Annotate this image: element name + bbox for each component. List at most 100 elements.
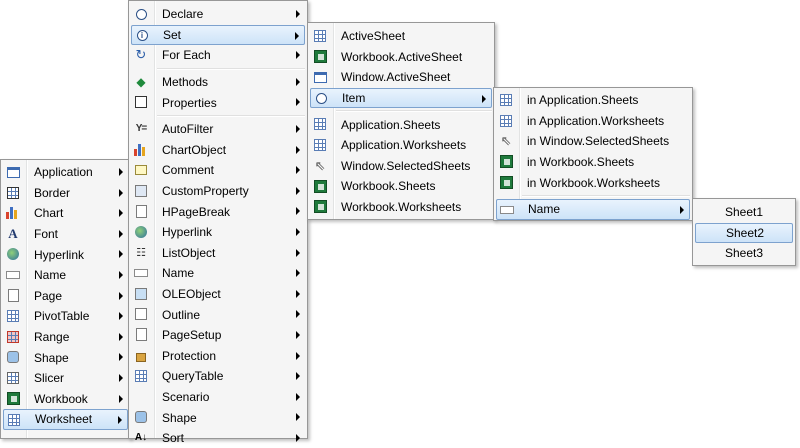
menu-item-sheet2[interactable]: Sheet2 [695, 222, 793, 244]
menu-item-comment[interactable]: Comment [129, 160, 307, 181]
menu-item-hyperlink[interactable]: Hyperlink [1, 244, 130, 265]
submenu-arrow-icon [119, 168, 123, 176]
listobject-icon: ☷ [136, 247, 146, 260]
workbook-icon [312, 178, 328, 194]
protection-icon [133, 348, 149, 364]
menu-item-listobject[interactable]: ☷ ListObject [129, 243, 307, 264]
menu-item-chart[interactable]: Chart [1, 203, 130, 224]
hyperlink-icon [133, 224, 149, 240]
set-icon: i [134, 28, 150, 44]
slicer-icon [5, 370, 21, 386]
properties-icon [133, 94, 149, 110]
menu-item-page[interactable]: Page [1, 286, 130, 307]
cursor-icon: ⇖ [314, 157, 326, 173]
worksheet-members-menu: Declare i Set ↻ For Each ◆ Methods Prope… [128, 0, 308, 445]
menu-item-autofilter[interactable]: Y= AutoFilter [129, 119, 307, 140]
menu-item-border[interactable]: Border [1, 183, 130, 204]
menu-item-properties[interactable]: Properties [129, 92, 307, 113]
scenario-icon [133, 389, 149, 405]
workbook-icon [312, 49, 328, 65]
sheet-icon [312, 28, 328, 44]
menu-item-customproperty[interactable]: CustomProperty [129, 181, 307, 202]
declare-icon [133, 6, 149, 22]
menu-item-workbook-activesheet[interactable]: Workbook.ActiveSheet [308, 47, 494, 68]
set-submenu: ActiveSheet Workbook.ActiveSheet Window.… [307, 22, 495, 220]
cursor-icon: ⇖ [500, 133, 512, 149]
menu-item-workbook[interactable]: Workbook [1, 389, 130, 410]
menu-item-hpagebreak[interactable]: HPageBreak [129, 201, 307, 222]
name-icon [133, 265, 149, 281]
workbook-icon [5, 391, 21, 407]
window-icon [312, 69, 328, 85]
submenu-arrow-icon [296, 433, 300, 442]
menu-item-sheet1[interactable]: Sheet1 [693, 202, 795, 223]
hpagebreak-icon [133, 203, 149, 219]
menu-item-name[interactable]: Name [1, 265, 130, 286]
menu-item-querytable[interactable]: QueryTable [129, 366, 307, 387]
menu-item-sort[interactable]: A↓ Sort [129, 428, 307, 448]
menu-item-hyperlink[interactable]: Hyperlink [129, 222, 307, 243]
menu-item-for-each[interactable]: ↻ For Each [129, 45, 307, 66]
submenu-arrow-icon [296, 145, 300, 154]
submenu-arrow-icon [296, 310, 300, 319]
menu-item-application[interactable]: Application [1, 162, 130, 183]
menu-item-pivottable[interactable]: PivotTable [1, 306, 130, 327]
menu-item-sheet3[interactable]: Sheet3 [693, 243, 795, 264]
menu-item-range[interactable]: Range [1, 327, 130, 348]
range-icon [5, 329, 21, 345]
menu-item-slicer[interactable]: Slicer [1, 368, 130, 389]
sort-icon: A↓ [134, 432, 148, 444]
menu-item-scenario[interactable]: Scenario [129, 387, 307, 408]
submenu-arrow-icon [119, 373, 123, 382]
menu-item-declare[interactable]: Declare [129, 4, 307, 25]
menu-separator [336, 110, 492, 113]
menu-item-workbook-sheets[interactable]: Workbook.Sheets [308, 176, 494, 197]
submenu-arrow-icon [296, 186, 300, 195]
menu-item-methods[interactable]: ◆ Methods [129, 72, 307, 93]
menu-separator [157, 114, 305, 117]
menu-item-in-workbook-sheets[interactable]: in Workbook.Sheets [494, 152, 692, 173]
menu-item-in-application-sheets[interactable]: in Application.Sheets [494, 90, 692, 111]
menu-item-shape[interactable]: Shape [129, 407, 307, 428]
submenu-arrow-icon [296, 98, 300, 107]
menu-item-in-workbook-worksheets[interactable]: in Workbook.Worksheets [494, 172, 692, 193]
worksheet-icon [6, 412, 22, 428]
menu-item-outline[interactable]: Outline [129, 304, 307, 325]
submenu-arrow-icon [119, 188, 123, 197]
menu-item-set[interactable]: i Set [131, 24, 305, 46]
oleobject-icon [133, 286, 149, 302]
menu-item-protection[interactable]: Protection [129, 346, 307, 367]
menu-item-window-selectedsheets[interactable]: ⇖ Window.SelectedSheets [308, 156, 494, 177]
chart-icon [5, 205, 21, 221]
submenu-arrow-icon [296, 269, 300, 278]
submenu-arrow-icon [296, 77, 300, 86]
sheet-icon [312, 116, 328, 132]
menu-item-in-application-worksheets[interactable]: in Application.Worksheets [494, 111, 692, 132]
menu-item-activesheet[interactable]: ActiveSheet [308, 26, 494, 47]
menu-item-window-activesheet[interactable]: Window.ActiveSheet [308, 67, 494, 88]
menu-item-font[interactable]: A Font [1, 224, 130, 245]
submenu-arrow-icon [296, 248, 300, 257]
submenu-arrow-icon [119, 353, 123, 362]
outline-icon [133, 306, 149, 322]
menu-item-name[interactable]: Name [496, 198, 690, 220]
hyperlink-icon [5, 246, 21, 262]
submenu-arrow-icon [295, 31, 299, 40]
menu-item-in-window-selectedsheets[interactable]: ⇖ in Window.SelectedSheets [494, 131, 692, 152]
menu-item-oleobject[interactable]: OLEObject [129, 284, 307, 305]
menu-item-worksheet[interactable]: Worksheet [3, 409, 128, 430]
menu-item-application-worksheets[interactable]: Application.Worksheets [308, 135, 494, 156]
menu-item-chartobject[interactable]: ChartObject [129, 140, 307, 161]
menu-item-pagesetup[interactable]: PageSetup [129, 325, 307, 346]
submenu-arrow-icon [119, 291, 123, 300]
menu-item-name[interactable]: Name [129, 263, 307, 284]
menu-item-application-sheets[interactable]: Application.Sheets [308, 114, 494, 135]
menu-item-shape[interactable]: Shape [1, 347, 130, 368]
submenu-arrow-icon [296, 330, 300, 339]
item-submenu: in Application.Sheets in Application.Wor… [493, 87, 693, 221]
border-icon [5, 185, 21, 201]
menu-item-workbook-worksheets[interactable]: Workbook.Worksheets [308, 197, 494, 218]
menu-item-item[interactable]: Item [310, 87, 492, 109]
workbook-icon [498, 174, 514, 190]
submenu-arrow-icon [296, 392, 300, 401]
